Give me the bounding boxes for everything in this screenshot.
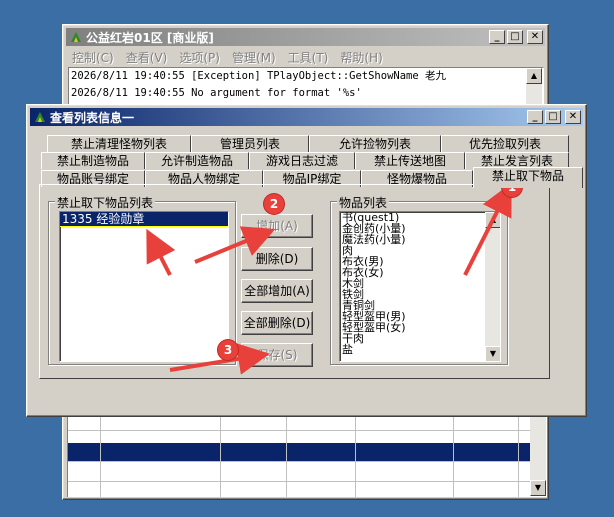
- tab-no-teleport-maps[interactable]: 禁止传送地图: [355, 152, 465, 169]
- scroll-down-icon[interactable]: ▼: [485, 346, 500, 361]
- list-item[interactable]: 轻型盔甲(女): [340, 322, 500, 333]
- item-list[interactable]: 书(quest1) 金创药(小量) 魔法药(小量) 肉 布衣(男) 布衣(女) …: [339, 211, 501, 362]
- item-list-group: 物品列表 书(quest1) 金创药(小量) 魔法药(小量) 肉 布衣(男) 布…: [330, 194, 508, 365]
- table-row-selected[interactable]: [68, 443, 530, 462]
- item-list-scrollbar[interactable]: ▲ ▼: [485, 212, 500, 361]
- table-row[interactable]: [68, 463, 530, 482]
- list-item[interactable]: 盐: [340, 344, 500, 355]
- add-button[interactable]: 增加(A): [241, 214, 313, 238]
- maximize-button[interactable]: □: [507, 30, 523, 44]
- save-button[interactable]: 保存(S): [241, 343, 313, 367]
- app-icon: [71, 32, 81, 42]
- scroll-up-icon[interactable]: ▲: [485, 212, 500, 228]
- annotation-badge-2: 2: [264, 194, 284, 214]
- tab-allow-craft[interactable]: 允许制造物品: [145, 152, 249, 169]
- delete-button[interactable]: 删除(D): [241, 247, 313, 271]
- menu-control[interactable]: 控制(C): [66, 49, 120, 66]
- annotation-badge-3: 3: [218, 340, 238, 360]
- menu-view[interactable]: 查看(V): [120, 49, 174, 66]
- log-line: 2026/8/11 19:40:55 No argument for forma…: [71, 87, 362, 99]
- close-button[interactable]: ✕: [565, 110, 581, 124]
- tab-priority-pickup[interactable]: 优先捡取列表: [441, 135, 569, 152]
- no-remove-items-list[interactable]: 1335 经验勋章: [59, 211, 229, 362]
- dialog-title: 查看列表信息一: [50, 110, 135, 125]
- menu-tools[interactable]: 工具(T): [282, 49, 335, 66]
- dialog-titlebar[interactable]: 查看列表信息一 _ □ ✕: [30, 108, 583, 126]
- list-item[interactable]: 木剑: [340, 278, 500, 289]
- menu-help[interactable]: 帮助(H): [334, 49, 388, 66]
- menu-manage[interactable]: 管理(M): [226, 49, 282, 66]
- grid-scrollbar[interactable]: ▼: [530, 412, 546, 496]
- main-window-title: 公益红岩01区 [商业版]: [86, 30, 214, 45]
- tab-no-clean-monsters[interactable]: 禁止清理怪物列表: [47, 135, 191, 152]
- scroll-up-icon[interactable]: ▲: [526, 68, 542, 84]
- menu-options[interactable]: 选项(P): [173, 49, 226, 66]
- tab-allow-pickup[interactable]: 允许捡物列表: [309, 135, 441, 152]
- tab-no-craft[interactable]: 禁止制造物品: [41, 152, 145, 169]
- list-item[interactable]: 干肉: [340, 333, 500, 344]
- scroll-down-icon[interactable]: ▼: [530, 480, 546, 496]
- list-item[interactable]: 魔法药(小量): [340, 234, 500, 245]
- list-item[interactable]: 布衣(女): [340, 267, 500, 278]
- close-button[interactable]: ✕: [527, 30, 543, 44]
- tab-no-remove-items[interactable]: 禁止取下物品: [473, 167, 583, 188]
- main-window-titlebar[interactable]: 公益红岩01区 [商业版] _ □ ✕: [66, 28, 545, 46]
- tab-row-1: 禁止清理怪物列表 管理员列表 允许捡物列表 优先捡取列表: [47, 135, 569, 152]
- data-grid[interactable]: ▼: [67, 412, 547, 497]
- log-line: 2026/8/11 19:40:55 [Exception] TPlayObje…: [71, 70, 447, 82]
- app-icon: [35, 112, 45, 122]
- main-menubar: 控制(C) 查看(V) 选项(P) 管理(M) 工具(T) 帮助(H): [66, 47, 389, 67]
- group-label: 物品列表: [337, 194, 390, 211]
- group-label: 禁止取下物品列表: [55, 194, 156, 211]
- list-item[interactable]: 1335 经验勋章: [60, 212, 228, 227]
- delete-all-button[interactable]: 全部删除(D): [241, 311, 313, 335]
- tab-admins[interactable]: 管理员列表: [191, 135, 309, 152]
- add-all-button[interactable]: 全部增加(A): [241, 279, 313, 303]
- maximize-button[interactable]: □: [545, 110, 561, 124]
- minimize-button[interactable]: _: [527, 110, 543, 124]
- minimize-button[interactable]: _: [489, 30, 505, 44]
- no-remove-items-group: 禁止取下物品列表 1335 经验勋章: [48, 194, 236, 365]
- tab-panel: 禁止取下物品列表 1335 经验勋章 增加(A) 删除(D) 全部增加(A) 全…: [39, 184, 550, 379]
- tab-log-filter[interactable]: 游戏日志过滤: [249, 152, 355, 169]
